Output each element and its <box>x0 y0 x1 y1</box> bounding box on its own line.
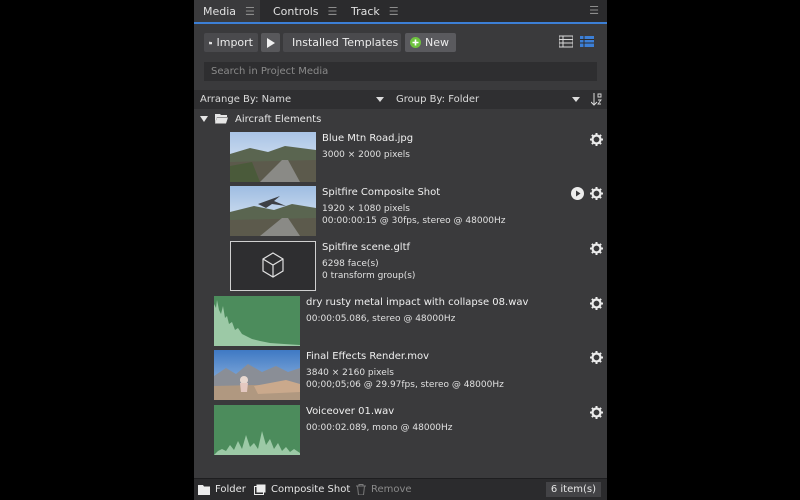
tab-controls-label: Controls <box>273 4 319 18</box>
media-item[interactable]: Spitfire Composite Shot 1920 × 1080 pixe… <box>194 186 607 238</box>
list-view-icon[interactable] <box>559 35 573 48</box>
import-play-button[interactable] <box>261 33 280 52</box>
media-item[interactable]: Final Effects Render.mov 3840 × 2160 pix… <box>194 350 607 402</box>
media-item[interactable]: Spitfire scene.gltf 6298 face(s) 0 trans… <box>194 241 607 293</box>
item-name: Spitfire Composite Shot <box>322 187 441 198</box>
media-item[interactable]: Blue Mtn Road.jpg 3000 × 2000 pixels <box>194 132 607 184</box>
audio-waveform-thumbnail <box>214 405 300 455</box>
plus-circle-icon <box>410 37 421 48</box>
folder-row[interactable]: Aircraft Elements <box>200 111 321 127</box>
video-thumbnail <box>214 350 300 400</box>
import-button[interactable]: Import <box>204 33 258 52</box>
hamburger-menu-icon[interactable]: ☰ <box>389 5 399 18</box>
folder-open-icon <box>215 114 228 124</box>
media-item[interactable]: dry rusty metal impact with collapse 08.… <box>194 296 607 348</box>
installed-templates-label: Installed Templates <box>292 36 399 49</box>
item-name: Final Effects Render.mov <box>306 351 430 362</box>
tab-controls[interactable]: Controls ☰ <box>264 0 337 22</box>
footer-bar: Folder Composite Shot Remove 6 item(s) <box>194 478 607 500</box>
new-button[interactable]: New <box>405 33 456 52</box>
item-meta: 3840 × 2160 pixels <box>306 368 394 378</box>
arrange-by-label: Arrange By: Name <box>200 94 292 105</box>
remove-label: Remove <box>371 484 412 495</box>
folder-open-icon <box>209 41 213 44</box>
sort-icon[interactable] <box>591 93 602 106</box>
gear-icon[interactable] <box>590 351 603 364</box>
tab-media-label: Media <box>203 4 237 18</box>
detail-view-icon[interactable] <box>580 35 594 48</box>
media-item[interactable]: Voiceover 01.wav 00:00:02.089, mono @ 48… <box>194 405 607 457</box>
chevron-down-icon[interactable] <box>572 97 580 102</box>
new-label: New <box>425 36 449 49</box>
item-name: Blue Mtn Road.jpg <box>322 133 414 144</box>
tab-bar: Media ☰ Controls ☰ Track ☰ ☰ <box>194 0 607 24</box>
group-by-dropdown[interactable]: Group By: Folder <box>396 90 479 109</box>
new-composite-shot-button[interactable]: Composite Shot <box>254 479 350 500</box>
search-input[interactable] <box>204 62 597 81</box>
gear-icon[interactable] <box>590 297 603 310</box>
folder-icon <box>198 484 210 495</box>
item-meta: 00:00:05.086, stereo @ 48000Hz <box>306 314 456 324</box>
panel-menu-icon[interactable]: ☰ <box>589 4 599 17</box>
play-icon <box>267 37 275 48</box>
item-meta: 1920 × 1080 pixels <box>322 204 410 214</box>
import-label: Import <box>216 36 253 49</box>
media-panel: Media ☰ Controls ☰ Track ☰ ☰ Import Inst… <box>194 0 607 500</box>
arrange-by-dropdown[interactable]: Arrange By: Name <box>200 90 291 109</box>
composite-thumbnail <box>230 186 316 236</box>
composite-shot-icon <box>254 484 266 495</box>
play-circle-icon[interactable] <box>571 187 584 200</box>
folder-label: Folder <box>215 484 246 495</box>
3d-model-thumbnail <box>230 241 316 291</box>
hamburger-menu-icon[interactable]: ☰ <box>328 5 338 18</box>
tab-track[interactable]: Track ☰ <box>342 0 404 22</box>
hamburger-menu-icon[interactable]: ☰ <box>245 5 255 18</box>
audio-waveform-thumbnail <box>214 296 300 346</box>
item-meta: 00:00:02.089, mono @ 48000Hz <box>306 423 453 433</box>
new-folder-button[interactable]: Folder <box>198 479 246 500</box>
item-meta: 6298 face(s) <box>322 259 379 269</box>
gear-icon[interactable] <box>590 406 603 419</box>
item-meta: 00:00:00:15 @ 30fps, stereo @ 48000Hz <box>322 216 506 226</box>
trash-icon <box>356 484 366 495</box>
chevron-down-icon[interactable] <box>376 97 384 102</box>
tab-media[interactable]: Media ☰ <box>194 0 260 22</box>
tab-track-label: Track <box>351 4 380 18</box>
folder-name: Aircraft Elements <box>235 113 322 125</box>
gear-icon[interactable] <box>590 187 603 200</box>
item-count-badge: 6 item(s) <box>545 482 601 497</box>
composite-shot-label: Composite Shot <box>271 484 351 495</box>
item-name: Spitfire scene.gltf <box>322 242 411 253</box>
expand-arrow-icon[interactable] <box>200 116 208 122</box>
arrange-bar: Arrange By: Name Group By: Folder <box>194 90 607 109</box>
item-meta: 3000 × 2000 pixels <box>322 150 410 160</box>
item-meta: 00;00;05;06 @ 29.97fps, stereo @ 48000Hz <box>306 380 504 390</box>
item-meta: 0 transform group(s) <box>322 271 416 281</box>
group-by-label: Group By: Folder <box>396 94 480 105</box>
installed-templates-button[interactable]: Installed Templates <box>283 33 401 52</box>
media-toolbar: Import Installed Templates New <box>204 33 597 52</box>
remove-button[interactable]: Remove <box>356 479 412 500</box>
item-name: dry rusty metal impact with collapse 08.… <box>306 297 529 308</box>
gear-icon[interactable] <box>590 242 603 255</box>
gear-icon[interactable] <box>590 133 603 146</box>
item-name: Voiceover 01.wav <box>306 406 395 417</box>
image-thumbnail <box>230 132 316 182</box>
